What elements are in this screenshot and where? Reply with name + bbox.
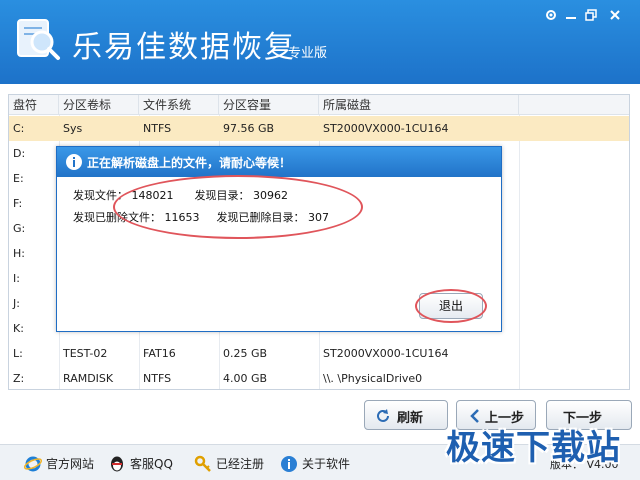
found-files-count: 148021 <box>131 189 174 202</box>
drive-letter: K: <box>13 322 24 335</box>
volume-label: RAMDISK <box>63 372 114 385</box>
dialog-title: 正在解析磁盘上的文件，请耐心等候！ <box>87 156 292 170</box>
column-header-filesystem[interactable]: 文件系统 <box>139 95 219 115</box>
exit-button[interactable]: 退出 <box>419 293 483 319</box>
drive-letter: F: <box>13 197 23 210</box>
refresh-label: 刷新 <box>397 411 424 426</box>
file-system: NTFS <box>143 372 172 385</box>
column-header-label[interactable]: 分区卷标 <box>59 95 139 115</box>
column-header-disk[interactable]: 所属磁盘 <box>319 95 519 115</box>
about-software-link[interactable]: 关于软件 <box>280 455 360 473</box>
found-files-label: 发现文件： <box>73 189 128 202</box>
official-website-link[interactable]: 官方网站 <box>24 455 104 473</box>
refresh-icon <box>377 409 389 422</box>
drive-letter: H: <box>13 247 25 260</box>
settings-button[interactable] <box>540 4 562 26</box>
found-stats-line-2: 发现已删除文件： 11653 发现已删除目录： 307 <box>73 209 329 225</box>
site-watermark: 极速下载站 <box>446 428 621 468</box>
volume-label: TEST-02 <box>63 347 108 360</box>
annotation-oval <box>113 175 363 239</box>
registered-label: 已经注册 <box>216 457 265 471</box>
app-edition: 专业版 <box>288 46 328 61</box>
deleted-dirs-label: 发现已删除目录： <box>216 211 305 224</box>
title-bar: 乐易佳数据恢复 专业版 <box>0 0 640 84</box>
minimize-button[interactable] <box>560 4 582 26</box>
deleted-files-count: 11653 <box>164 211 200 224</box>
file-system: NTFS <box>143 122 172 135</box>
qq-penguin-icon <box>111 456 123 472</box>
close-icon <box>610 10 620 20</box>
found-stats-line-1: 发现文件： 148021 发现目录： 30962 <box>73 187 288 203</box>
ie-browser-icon <box>24 456 42 472</box>
maximize-button[interactable] <box>580 4 602 26</box>
minimize-icon <box>566 17 576 19</box>
info-icon <box>281 456 297 472</box>
physical-disk: ST2000VX000-1CU164 <box>323 122 449 135</box>
drive-letter: C: <box>13 122 25 135</box>
drive-letter: Z: <box>13 372 25 385</box>
table-header: 盘符 分区卷标 文件系统 分区容量 所属磁盘 <box>9 95 629 115</box>
maximize-icon <box>585 9 597 21</box>
table-row[interactable]: Z: RAMDISK NTFS 4.00 GB \\. \PhysicalDri… <box>9 366 629 389</box>
support-qq-link[interactable]: 客服QQ <box>108 455 188 473</box>
refresh-button[interactable]: 刷新 <box>364 400 448 430</box>
registered-link[interactable]: 已经注册 <box>194 455 274 473</box>
about-software-label: 关于软件 <box>302 457 351 471</box>
column-header-size[interactable]: 分区容量 <box>219 95 319 115</box>
found-dirs-count: 30962 <box>253 189 288 202</box>
drive-letter: L: <box>13 347 23 360</box>
drive-letter: D: <box>13 147 26 160</box>
physical-disk: ST2000VX000-1CU164 <box>323 347 449 360</box>
magnifier-disk-icon <box>17 19 60 60</box>
file-system: FAT16 <box>143 347 176 360</box>
official-website-label: 官方网站 <box>46 457 95 471</box>
drive-letter: G: <box>13 222 26 235</box>
partition-size: 97.56 GB <box>223 122 275 135</box>
drive-letter: I: <box>13 272 20 285</box>
table-row[interactable]: L: TEST-02 FAT16 0.25 GB ST2000VX000-1CU… <box>9 341 629 366</box>
volume-label: Sys <box>63 122 83 135</box>
drive-letter: J: <box>13 297 20 310</box>
physical-disk: \\. \PhysicalDrive0 <box>323 372 423 385</box>
partition-size: 0.25 GB <box>223 347 268 360</box>
deleted-dirs-count: 307 <box>308 211 329 224</box>
info-icon <box>66 154 82 170</box>
table-row[interactable]: C: Sys NTFS 97.56 GB ST2000VX000-1CU164 <box>9 116 629 141</box>
deleted-files-label: 发现已删除文件： <box>73 211 161 224</box>
partition-size: 4.00 GB <box>223 372 268 385</box>
column-header-drive[interactable]: 盘符 <box>9 95 59 115</box>
scan-progress-dialog: 正在解析磁盘上的文件，请耐心等候！ 发现文件： 148021 发现目录： 309… <box>56 146 502 332</box>
gear-icon <box>546 10 556 20</box>
dialog-title-bar: 正在解析磁盘上的文件，请耐心等候！ <box>57 147 501 177</box>
close-button[interactable] <box>604 4 626 26</box>
app-title: 乐易佳数据恢复 <box>72 30 296 65</box>
drive-letter: E: <box>13 172 24 185</box>
found-dirs-label: 发现目录： <box>194 189 250 202</box>
support-qq-label: 客服QQ <box>130 457 173 471</box>
key-icon <box>194 455 211 472</box>
